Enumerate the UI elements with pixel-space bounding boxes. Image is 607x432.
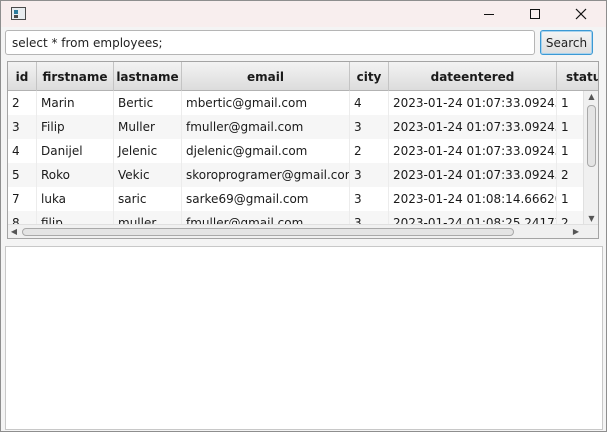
output-text-area[interactable] <box>5 246 603 430</box>
title-bar[interactable] <box>1 1 606 27</box>
cell-dateentered: 2023-01-24 01:07:33.092438 <box>389 139 557 163</box>
cell-status: 1 <box>557 115 583 139</box>
column-header-city[interactable]: city <box>350 62 389 91</box>
cell-city: 3 <box>350 187 389 211</box>
results-table[interactable]: id firstname lastname email city dateent… <box>7 61 599 239</box>
vertical-scrollbar[interactable]: ▲ ▼ <box>583 91 598 228</box>
table-row[interactable]: 4 Danijel Jelenic djelenic@gmail.com 2 2… <box>8 139 583 163</box>
cell-status: 1 <box>557 91 583 115</box>
cell-email: mbertic@gmail.com <box>182 91 350 115</box>
cell-id: 5 <box>8 163 37 187</box>
close-icon <box>575 8 587 20</box>
cell-lastname: Bertic <box>114 91 182 115</box>
cell-email: djelenic@gmail.com <box>182 139 350 163</box>
search-button[interactable]: Search <box>540 30 593 55</box>
column-header-status[interactable]: statu <box>557 62 598 91</box>
cell-email: sarke69@gmail.com <box>182 187 350 211</box>
cell-lastname: Jelenic <box>114 139 182 163</box>
cell-firstname: Danijel <box>37 139 114 163</box>
cell-id: 4 <box>8 139 37 163</box>
cell-dateentered: 2023-01-24 01:08:14.666205 <box>389 187 557 211</box>
cell-firstname: Marin <box>37 91 114 115</box>
cell-firstname: Roko <box>37 163 114 187</box>
cell-email: fmuller@gmail.com <box>182 115 350 139</box>
cell-lastname: Vekic <box>114 163 182 187</box>
cell-dateentered: 2023-01-24 01:07:33.092438 <box>389 163 557 187</box>
table-row[interactable]: 3 Filip Muller fmuller@gmail.com 3 2023-… <box>8 115 583 139</box>
column-header-firstname[interactable]: firstname <box>37 62 114 91</box>
cell-dateentered: 2023-01-24 01:07:33.092438 <box>389 91 557 115</box>
cell-id: 7 <box>8 187 37 211</box>
cell-city: 3 <box>350 163 389 187</box>
cell-dateentered: 2023-01-24 01:07:33.092438 <box>389 115 557 139</box>
table-header: id firstname lastname email city dateent… <box>8 62 598 91</box>
cell-city: 3 <box>350 115 389 139</box>
column-header-dateentered[interactable]: dateentered <box>389 62 557 91</box>
cell-status: 2 <box>557 163 583 187</box>
column-header-id[interactable]: id <box>8 62 37 91</box>
cell-city: 2 <box>350 139 389 163</box>
cell-lastname: saric <box>114 187 182 211</box>
cell-city: 4 <box>350 91 389 115</box>
table-row[interactable]: 7 luka saric sarke69@gmail.com 3 2023-01… <box>8 187 583 211</box>
cell-firstname: luka <box>37 187 114 211</box>
minimize-button[interactable] <box>466 1 512 27</box>
minimize-icon <box>484 13 494 15</box>
close-button[interactable] <box>558 1 604 27</box>
cell-id: 2 <box>8 91 37 115</box>
scroll-right-arrow-icon[interactable]: ▶ <box>570 225 582 238</box>
cell-lastname: Muller <box>114 115 182 139</box>
scroll-left-arrow-icon[interactable]: ◀ <box>8 225 20 238</box>
horizontal-scrollbar[interactable]: ◀ ▶ <box>8 224 598 238</box>
maximize-button[interactable] <box>512 1 558 27</box>
vertical-scroll-thumb[interactable] <box>587 105 596 167</box>
table-row[interactable]: 5 Roko Vekic skoroprogramer@gmail.com 3 … <box>8 163 583 187</box>
cell-firstname: Filip <box>37 115 114 139</box>
cell-id: 3 <box>8 115 37 139</box>
app-window: Search id firstname lastname email city … <box>0 0 607 432</box>
cell-status: 1 <box>557 139 583 163</box>
table-body: 2 Marin Bertic mbertic@gmail.com 4 2023-… <box>8 91 583 228</box>
scroll-up-arrow-icon[interactable]: ▲ <box>584 91 598 103</box>
column-header-email[interactable]: email <box>182 62 350 91</box>
cell-status: 1 <box>557 187 583 211</box>
table-row[interactable]: 2 Marin Bertic mbertic@gmail.com 4 2023-… <box>8 91 583 115</box>
query-input[interactable] <box>5 30 535 55</box>
cell-email: skoroprogramer@gmail.com <box>182 163 350 187</box>
query-toolbar: Search <box>1 27 606 59</box>
horizontal-scroll-thumb[interactable] <box>22 228 514 236</box>
maximize-icon <box>530 9 540 19</box>
app-window-icon <box>11 7 26 20</box>
column-header-lastname[interactable]: lastname <box>114 62 182 91</box>
